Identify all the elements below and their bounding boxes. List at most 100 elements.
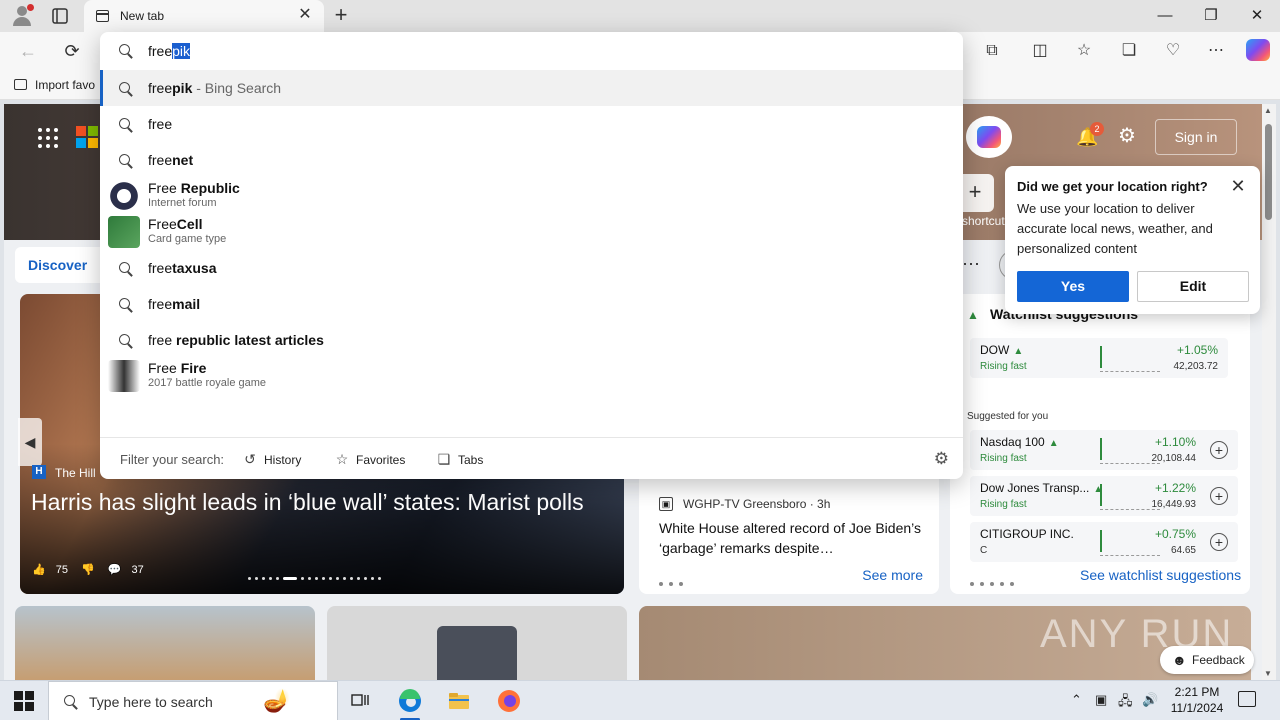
stock-name: Nasdaq 100 ▲: [980, 435, 1059, 449]
stock-subtitle: Rising fast: [980, 453, 1027, 464]
location-edit-button[interactable]: Edit: [1137, 271, 1249, 302]
card-pager[interactable]: [659, 574, 689, 589]
sign-in-button[interactable]: Sign in: [1155, 119, 1237, 155]
feedback-button[interactable]: Feedback: [1160, 646, 1254, 674]
browser-essentials-icon[interactable]: ♡: [1161, 40, 1185, 62]
back-button[interactable]: ←: [16, 40, 40, 64]
suggestion-item[interactable]: freepik - Bing Search: [100, 70, 963, 106]
notification-center-icon[interactable]: [1238, 691, 1256, 707]
search-icon: [118, 153, 134, 169]
news-tile-2[interactable]: [327, 606, 627, 680]
see-watchlist-link[interactable]: See watchlist suggestions: [1080, 567, 1241, 583]
story-source[interactable]: The Hill: [55, 466, 96, 480]
scroll-up-icon[interactable]: ▲: [1264, 106, 1272, 115]
like-icon[interactable]: 👍: [32, 564, 46, 576]
page-settings-gear-icon[interactable]: ⚙: [1116, 125, 1138, 147]
search-icon: [118, 81, 134, 97]
search-icon: [118, 43, 134, 59]
copilot-button[interactable]: [966, 116, 1012, 158]
product-image: [437, 626, 517, 680]
filter-label: Filter your search:: [120, 452, 225, 467]
tab-actions-icon[interactable]: [50, 6, 70, 26]
suggestion-item[interactable]: free republic latest articles: [100, 322, 963, 358]
news-tile-1[interactable]: [15, 606, 315, 680]
clock-date: 11/1/2024: [1170, 701, 1224, 715]
suggestion-item[interactable]: Free Republic Internet forum: [100, 178, 963, 214]
task-view-icon[interactable]: [346, 687, 374, 715]
file-explorer-icon[interactable]: [445, 687, 473, 715]
stock-row[interactable]: CITIGROUP INC. C +0.75% 64.65 +: [970, 522, 1238, 562]
taskbar-search-box[interactable]: Type here to search 🪔: [48, 681, 338, 720]
suggestion-subtitle: Card game type: [148, 233, 227, 245]
refresh-button[interactable]: ⟳: [60, 40, 84, 64]
stock-price: 64.65: [1170, 545, 1196, 556]
suggestion-item[interactable]: free: [100, 106, 963, 142]
stock-subtitle: Rising fast: [980, 361, 1027, 372]
network-icon[interactable]: 🖧: [1118, 692, 1133, 714]
copilot-icon[interactable]: [1246, 39, 1270, 61]
add-to-watchlist-button[interactable]: +: [1210, 533, 1228, 551]
taskbar-clock[interactable]: 2:21 PM 11/1/2024: [1168, 684, 1226, 716]
suggestion-settings-gear-icon[interactable]: ⚙: [934, 449, 949, 469]
close-tab-icon[interactable]: ✕: [296, 6, 314, 24]
device-icon[interactable]: ▣: [1095, 692, 1107, 708]
app-launcher-icon[interactable]: [38, 128, 58, 148]
suggestion-text: freepik - Bing Search: [148, 80, 282, 96]
suggestion-item[interactable]: FreeCell Card game type: [100, 214, 963, 250]
autocomplete-selection: pik: [172, 43, 191, 59]
restore-button[interactable]: ❐: [1188, 0, 1234, 32]
profile-avatar-icon[interactable]: [10, 4, 34, 28]
clock-time: 2:21 PM: [1174, 685, 1220, 699]
location-yes-button[interactable]: Yes: [1017, 271, 1129, 302]
more-options-icon[interactable]: ⋯: [1204, 40, 1228, 62]
filter-favorites-button[interactable]: ☆ Favorites: [334, 451, 406, 468]
carousel-prev-button[interactable]: ◀: [18, 418, 42, 466]
volume-icon[interactable]: 🔊: [1142, 692, 1158, 708]
suggestion-text: freetaxusa: [148, 260, 217, 276]
address-input[interactable]: freepik: [148, 43, 191, 59]
favorites-icon[interactable]: ☆: [1072, 40, 1096, 62]
suggestion-item[interactable]: freemail: [100, 286, 963, 322]
minimize-button[interactable]: —: [1142, 0, 1188, 32]
search-icon: [63, 694, 79, 710]
new-tab-button[interactable]: +: [330, 4, 352, 28]
show-hidden-icons-icon[interactable]: ⌃: [1071, 692, 1082, 708]
close-icon[interactable]: ✕: [1228, 176, 1248, 196]
extensions-icon[interactable]: ⧉: [980, 40, 1004, 62]
windows-start-icon[interactable]: [14, 691, 34, 711]
stock-row[interactable]: Nasdaq 100 ▲ Rising fast +1.10% 20,108.44 +: [970, 430, 1238, 470]
add-to-watchlist-button[interactable]: +: [1210, 441, 1228, 459]
stock-row[interactable]: DOW ▲ Rising fast +1.05% 42,203.72: [970, 338, 1228, 378]
carousel-pager[interactable]: [248, 570, 385, 581]
see-more-link[interactable]: See more: [862, 567, 923, 583]
firefox-icon[interactable]: [495, 687, 523, 715]
stock-price: 42,203.72: [1173, 361, 1219, 372]
scroll-down-icon[interactable]: ▼: [1264, 669, 1272, 678]
tab-new-tab[interactable]: New tab ✕: [84, 0, 324, 32]
comment-icon[interactable]: 💬: [108, 564, 122, 576]
close-window-button[interactable]: ✕: [1234, 0, 1280, 32]
story-headline[interactable]: Harris has slight leads in ‘blue wall’ s…: [31, 486, 601, 519]
stock-row[interactable]: Dow Jones Transp... ▲ Rising fast +1.22% 16,…: [970, 476, 1238, 516]
feed-more-icon[interactable]: ⋯: [962, 254, 980, 275]
story-headline[interactable]: White House altered record of Joe Biden’…: [659, 518, 929, 558]
suggestion-item[interactable]: Free Fire 2017 battle royale game: [100, 358, 963, 394]
source-logo-icon: H: [32, 465, 46, 479]
split-screen-icon[interactable]: ◫: [1028, 40, 1052, 62]
dislike-icon[interactable]: 👎: [81, 564, 95, 576]
suggestion-item[interactable]: freetaxusa: [100, 250, 963, 286]
page-scrollbar[interactable]: ▲ ▼: [1262, 104, 1276, 680]
address-bar[interactable]: freepik: [100, 32, 963, 70]
trend-up-icon: ▲: [967, 308, 979, 322]
import-favorites-button[interactable]: Import favo: [14, 78, 95, 92]
suggestion-item[interactable]: freenet: [100, 142, 963, 178]
filter-history-button[interactable]: ↺ History: [242, 451, 301, 468]
scrollbar-thumb[interactable]: [1265, 124, 1272, 220]
edge-browser-icon[interactable]: [396, 687, 424, 720]
collections-icon[interactable]: ❏: [1117, 40, 1141, 62]
add-to-watchlist-button[interactable]: +: [1210, 487, 1228, 505]
tab-discover[interactable]: Discover: [15, 247, 107, 283]
filter-tabs-button[interactable]: ❏ Tabs: [436, 451, 484, 468]
side-news-card[interactable]: ▣ WGHP-TV Greensboro · 3h White House al…: [639, 478, 939, 594]
card-pager[interactable]: [970, 574, 1014, 589]
